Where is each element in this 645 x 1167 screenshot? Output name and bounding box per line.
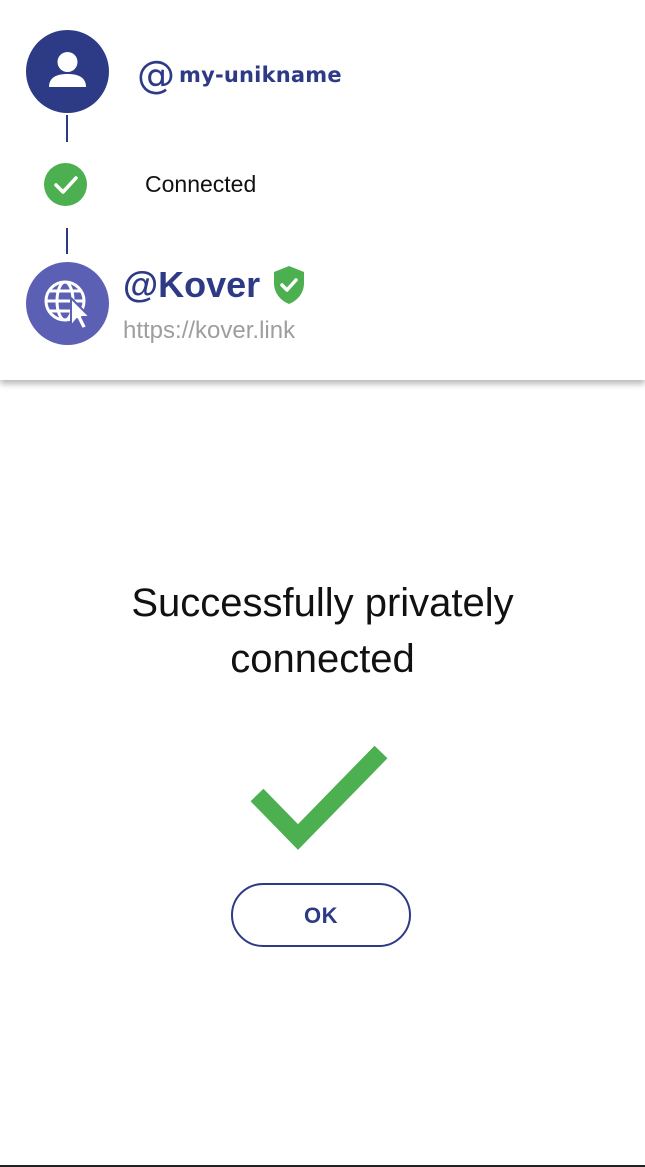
at-sign: @	[137, 53, 175, 97]
globe-cursor-icon	[44, 280, 91, 330]
ok-button[interactable]: OK	[231, 883, 411, 947]
status-check	[44, 163, 87, 206]
shield-check-icon	[274, 266, 305, 304]
person-icon	[49, 52, 86, 87]
site-url: https://kover.link	[123, 317, 296, 344]
connector-line-bottom	[66, 228, 68, 254]
user-avatar	[26, 30, 109, 113]
connection-header: @ my-unikname Connected @Kover https://k…	[0, 0, 645, 380]
site-avatar	[26, 262, 109, 345]
site-name-row: @Kover	[123, 263, 306, 307]
status-text: Connected	[145, 171, 257, 197]
success-message-line-2: connected	[230, 637, 415, 681]
success-message: Successfully privately connected	[0, 575, 645, 687]
check-circle-icon	[54, 176, 78, 194]
checkmark-icon	[250, 745, 388, 850]
username: my-unikname	[179, 63, 342, 87]
username-row: @ my-unikname	[137, 52, 342, 98]
success-message-line-1: Successfully privately	[131, 581, 514, 625]
site-name: @Kover	[123, 264, 261, 305]
connection-success-screen: @ my-unikname Connected @Kover https://k…	[0, 0, 645, 1167]
connector-line-top	[66, 115, 68, 142]
